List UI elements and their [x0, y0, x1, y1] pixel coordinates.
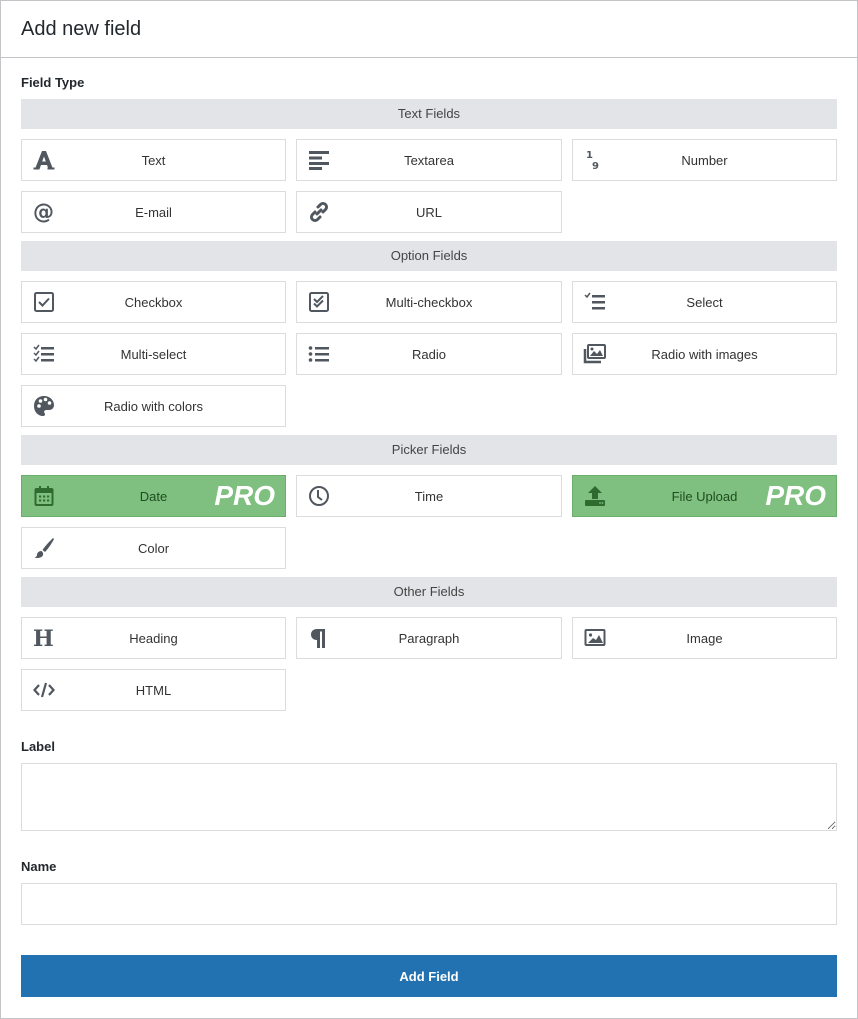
field-type-label: HTML [135, 682, 172, 698]
field-type-time-button[interactable]: Time [296, 475, 562, 517]
svg-text:9: 9 [592, 161, 599, 171]
field-type-checkbox-button[interactable]: Checkbox [21, 281, 286, 323]
text-icon [32, 148, 56, 172]
field-type-label: E-mail [135, 204, 172, 220]
field-type-label: Field Type [21, 75, 85, 90]
field-type-label: Date [139, 488, 168, 504]
field-type-image-button[interactable]: Image [572, 617, 837, 659]
clock-icon [307, 484, 331, 508]
field-type-label: URL [415, 204, 442, 220]
field-type-label: Checkbox [124, 294, 183, 310]
multi-select-icon [32, 342, 56, 366]
field-type-label: Multi-select [120, 346, 187, 362]
field-type-sections: Text Fields Text Textarea 1 9 Number @ E-mail UR… [21, 99, 837, 711]
panel-content: Field Type Text Fields Text Textarea 1 9 Numb… [1, 58, 857, 997]
section-heading: Option Fields [21, 241, 837, 271]
field-type-select-button[interactable]: Select [572, 281, 837, 323]
field-type-e-mail-button[interactable]: @ E-mail [21, 191, 286, 233]
number-icon: 19 [583, 148, 607, 172]
email-icon: @ [32, 200, 56, 224]
upload-icon [583, 484, 607, 508]
field-type-textarea-button[interactable]: Textarea [296, 139, 562, 181]
section-heading: Other Fields [21, 577, 837, 607]
field-type-grid: Text Textarea 1 9 Number @ E-mail URL [21, 139, 837, 233]
link-icon [307, 200, 331, 224]
paragraph-icon [307, 626, 331, 650]
field-type-multi-select-button[interactable]: Multi-select [21, 333, 286, 375]
label-field-label: Label [21, 739, 55, 754]
field-type-html-button[interactable]: HTML [21, 669, 286, 711]
textarea-icon [307, 148, 331, 172]
field-type-label: Number [681, 152, 728, 168]
field-type-label: Select [686, 294, 723, 310]
panel-header: Add new field [1, 1, 857, 58]
panel-title: Add new field [21, 17, 142, 40]
brush-icon [32, 536, 56, 560]
field-type-label: Radio with images [651, 346, 758, 362]
multi-checkbox-icon [307, 290, 331, 314]
field-type-paragraph-button[interactable]: Paragraph [296, 617, 562, 659]
field-type-label: Text [141, 152, 166, 168]
field-type-label: Multi-checkbox [385, 294, 473, 310]
svg-text:1: 1 [586, 150, 593, 161]
field-type-grid: Checkbox Multi-checkbox Select Multi-select… [21, 281, 837, 427]
svg-text:H: H [33, 627, 54, 649]
radio-list-icon [307, 342, 331, 366]
field-type-label: Time [414, 488, 444, 504]
field-type-grid: Date PRO Time File Upload PRO Color [21, 475, 837, 569]
field-type-label: Color [137, 540, 170, 556]
pro-badge: PRO [214, 480, 275, 511]
section-heading: Text Fields [21, 99, 837, 129]
select-icon [583, 290, 607, 314]
pro-badge: PRO [765, 480, 826, 511]
field-type-color-button[interactable]: Color [21, 527, 286, 569]
add-field-panel: Add new field Field Type Text Fields Text… [0, 0, 858, 1019]
name-field-label: Name [21, 859, 57, 874]
field-type-grid: H Heading Paragraph Image HTML [21, 617, 837, 711]
field-type-number-button[interactable]: 1 9 Number [572, 139, 837, 181]
field-type-url-button[interactable]: URL [296, 191, 562, 233]
field-type-radio-with-colors-button[interactable]: Radio with colors [21, 385, 286, 427]
label-textarea[interactable] [21, 763, 837, 831]
field-type-radio-button[interactable]: Radio [296, 333, 562, 375]
field-type-text-button[interactable]: Text [21, 139, 286, 181]
palette-icon [32, 394, 56, 418]
field-type-label: Paragraph [398, 630, 460, 646]
checkbox-icon [32, 290, 56, 314]
field-type-label: Heading [129, 630, 178, 646]
field-type-label: File Upload [671, 488, 738, 504]
heading-icon: H [32, 626, 56, 650]
field-type-heading-button[interactable]: H Heading [21, 617, 286, 659]
code-icon [32, 678, 56, 702]
svg-text:@: @ [33, 201, 54, 223]
calendar-icon [32, 484, 56, 508]
field-type-file-upload-button[interactable]: File Upload PRO [572, 475, 837, 517]
section-heading: Picker Fields [21, 435, 837, 465]
field-type-label: Textarea [404, 152, 454, 168]
add-field-button[interactable]: Add Field [21, 955, 837, 997]
field-type-date-button[interactable]: Date PRO [21, 475, 286, 517]
name-input[interactable] [21, 883, 837, 925]
field-type-radio-with-images-button[interactable]: Radio with images [572, 333, 837, 375]
field-type-multi-checkbox-button[interactable]: Multi-checkbox [296, 281, 562, 323]
field-type-label: Radio [412, 346, 446, 362]
images-icon [583, 342, 607, 366]
image-icon [583, 626, 607, 650]
field-type-label: Radio with colors [104, 398, 203, 414]
field-type-label: Image [686, 630, 723, 646]
